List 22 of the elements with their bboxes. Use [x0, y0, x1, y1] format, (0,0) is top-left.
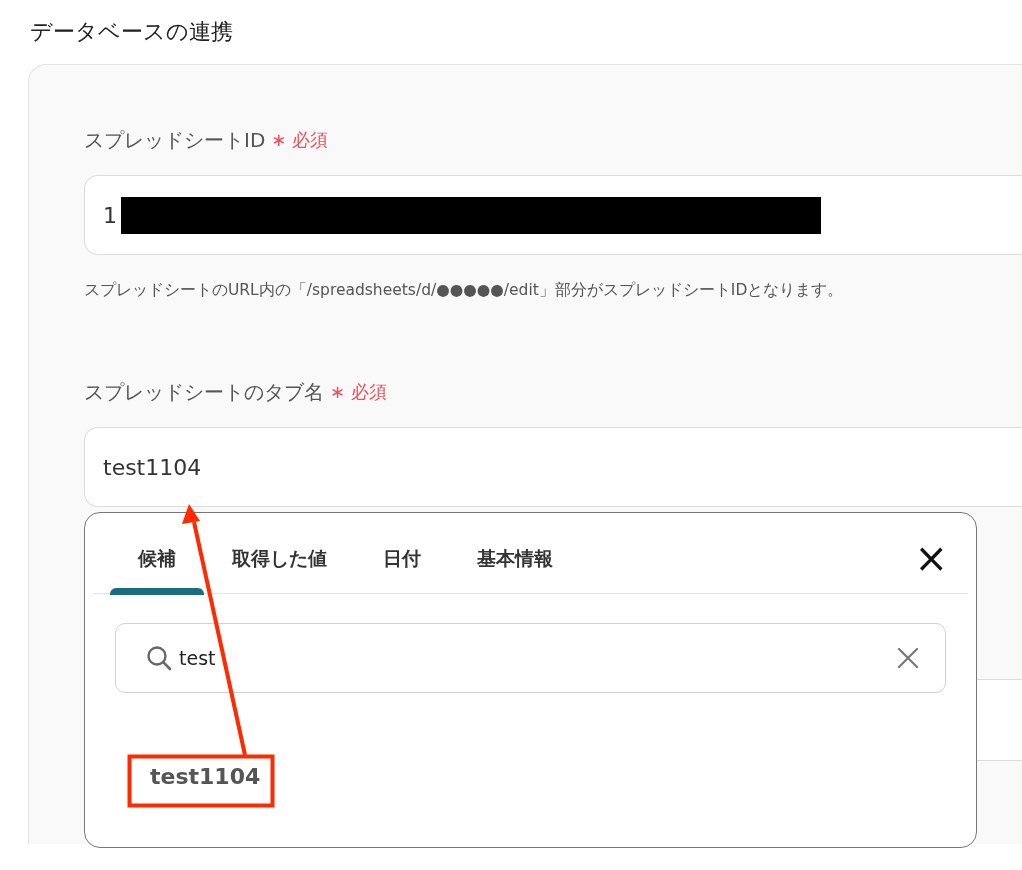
required-asterisk: ∗ — [330, 380, 346, 404]
popup-tab[interactable]: 基本情報 — [449, 533, 581, 593]
section-title: データベースの連携 — [30, 18, 234, 46]
field-label: スプレッドシートID — [84, 127, 266, 153]
text-field[interactable]: 1 — [84, 175, 1022, 255]
help-text: スプレッドシートのURL内の「/spreadsheets/d/●●●●●/edit」部分がスプレッドシートIDとなります。 — [84, 280, 845, 301]
popup-tab[interactable]: 候補 — [110, 533, 204, 593]
close-button[interactable]: × — [914, 543, 948, 573]
required-label: 必須 — [292, 128, 329, 152]
field-value: 1 — [103, 201, 117, 230]
search-icon — [146, 644, 172, 671]
clear-button[interactable] — [897, 645, 919, 670]
search-input[interactable]: test — [179, 643, 890, 672]
text-field[interactable]: test1104 — [84, 427, 1022, 507]
popup-tab[interactable]: 日付 — [355, 533, 449, 593]
search-field[interactable]: test — [115, 622, 946, 693]
popup-tab[interactable]: 取得した値 — [204, 533, 355, 593]
required-asterisk: ∗ — [271, 128, 287, 152]
required-label: 必須 — [351, 380, 388, 404]
suggestion-item[interactable]: test1104 — [150, 762, 261, 791]
field-label: スプレッドシートのタブ名 — [84, 379, 324, 405]
field-value: test1104 — [103, 453, 202, 482]
